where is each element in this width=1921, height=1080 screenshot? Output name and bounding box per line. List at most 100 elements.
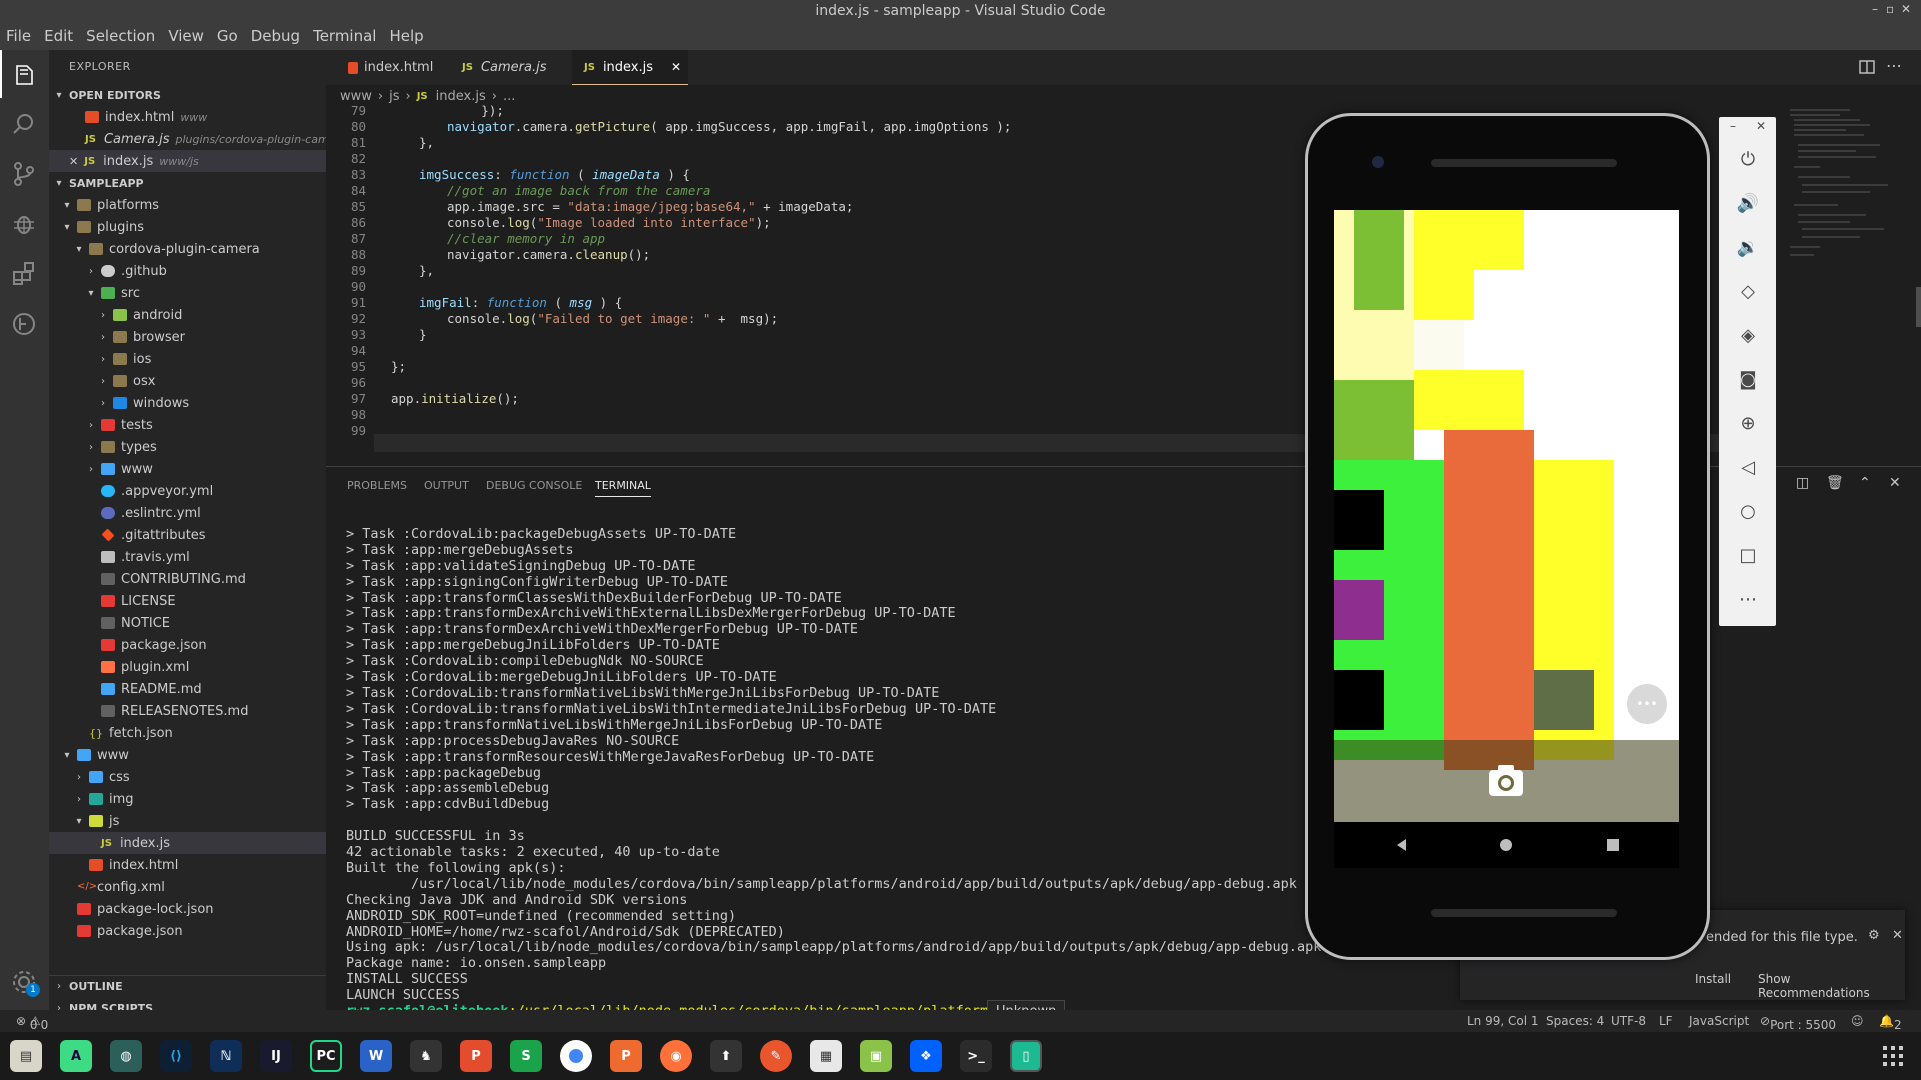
notification-close-icon[interactable]: ✕ <box>1892 928 1903 943</box>
menu-terminal[interactable]: Terminal <box>313 27 376 45</box>
tree-item-selected[interactable]: JS index.js <box>49 832 326 854</box>
volume-up-icon[interactable]: 🔊 <box>1733 189 1763 219</box>
android-studio-icon[interactable]: A <box>60 1040 92 1072</box>
app-icon[interactable]: ⬆ <box>710 1040 742 1072</box>
tree-item[interactable]: › windows <box>49 392 326 414</box>
tree-item[interactable]: {} fetch.json <box>49 722 326 744</box>
network-icon[interactable]: ◍ <box>110 1040 142 1072</box>
chrome-icon[interactable] <box>560 1040 592 1072</box>
menu-debug[interactable]: Debug <box>251 27 300 45</box>
nav-home-icon[interactable] <box>1500 839 1512 851</box>
tab-index-js[interactable]: JS index.js ✕ <box>572 50 688 85</box>
camera-preview[interactable]: ••• <box>1334 210 1679 822</box>
slides-icon[interactable]: P <box>610 1040 642 1072</box>
maximize-panel-icon[interactable]: ⌃ <box>1859 475 1871 491</box>
tree-item[interactable]: </> config.xml <box>49 876 326 898</box>
more-actions-icon[interactable]: ⋯ <box>1886 56 1902 75</box>
power-icon[interactable]: ⏻ <box>1733 145 1763 175</box>
tab-terminal[interactable]: TERMINAL <box>595 479 651 497</box>
tree-item[interactable]: ▾ www <box>49 744 326 766</box>
emulator-taskbar-icon[interactable]: ▯ <box>1010 1040 1042 1072</box>
explorer-icon[interactable] <box>10 62 38 90</box>
minimap[interactable] <box>1780 107 1921 407</box>
show-applications-icon[interactable] <box>1883 1046 1903 1066</box>
cube-app-icon[interactable]: ▣ <box>860 1040 892 1072</box>
open-editor-index-html[interactable]: index.html www <box>49 106 326 128</box>
extensions-icon[interactable] <box>10 260 38 288</box>
pycharm-icon[interactable]: PC <box>310 1040 342 1072</box>
debug-icon[interactable] <box>10 210 38 238</box>
encoding[interactable]: UTF-8 <box>1611 1014 1646 1028</box>
word-icon[interactable]: W <box>360 1040 392 1072</box>
tree-item[interactable]: › img <box>49 788 326 810</box>
end-of-line[interactable]: LF <box>1659 1014 1673 1028</box>
app-icon[interactable]: ♞ <box>410 1040 442 1072</box>
menu-go[interactable]: Go <box>217 27 238 45</box>
terminal-output[interactable]: > Task :CordovaLib:packageDebugAssets UP… <box>346 511 1321 1020</box>
files-app-icon[interactable]: ▤ <box>10 1040 42 1072</box>
tree-item[interactable]: ▾ src <box>49 282 326 304</box>
tree-item[interactable]: .travis.yml <box>49 546 326 568</box>
tree-item[interactable]: LICENSE <box>49 590 326 612</box>
presentation-icon[interactable]: P <box>460 1040 492 1072</box>
tree-item[interactable]: RELEASENOTES.md <box>49 700 326 722</box>
nav-back-icon[interactable] <box>1397 839 1406 851</box>
open-editor-camera-js[interactable]: JS Camera.js plugins/cordova-plugin-cam... <box>49 128 339 150</box>
tree-item[interactable]: › www <box>49 458 326 480</box>
feedback-icon[interactable]: ☺ <box>1851 1014 1864 1028</box>
tree-item[interactable]: ▾ cordova-plugin-camera <box>49 238 326 260</box>
tree-item[interactable]: ▾ plugins <box>49 216 326 238</box>
install-button[interactable]: Install <box>1695 972 1731 986</box>
tree-item[interactable]: README.md <box>49 678 326 700</box>
breadcrumb-more[interactable]: ... <box>503 89 515 104</box>
tab-debug-console[interactable]: DEBUG CONSOLE <box>486 479 582 492</box>
more-options-icon[interactable]: ⋯ <box>1733 585 1763 615</box>
tree-item[interactable]: .gitattributes <box>49 524 326 546</box>
breadcrumb-js[interactable]: js <box>389 89 399 104</box>
mysql-workbench-icon[interactable]: ℕ <box>210 1040 242 1072</box>
tree-item[interactable]: package.json <box>49 920 326 942</box>
zoom-icon[interactable]: ⊕ <box>1733 409 1763 439</box>
rotate-right-icon[interactable]: ◈ <box>1733 321 1763 351</box>
menu-selection[interactable]: Selection <box>86 27 155 45</box>
tab-output[interactable]: OUTPUT <box>424 479 469 492</box>
tree-item[interactable]: plugin.xml <box>49 656 326 678</box>
close-tab-icon[interactable]: ✕ <box>671 60 681 74</box>
close-panel-icon[interactable]: ✕ <box>1889 475 1901 491</box>
tree-item[interactable]: › css <box>49 766 326 788</box>
home-icon[interactable]: ○ <box>1733 497 1763 527</box>
nav-recents-icon[interactable] <box>1607 839 1619 851</box>
tree-item[interactable]: › android <box>49 304 326 326</box>
notifications-bell[interactable]: 🔔 2 <box>1879 1014 1902 1032</box>
cursor-position[interactable]: Ln 99, Col 1 <box>1467 1014 1539 1028</box>
tree-item[interactable]: .eslintrc.yml <box>49 502 326 524</box>
problems-indicator[interactable]: ⊗ 0 ⚠ 0 <box>16 1014 48 1032</box>
tab-index-html[interactable]: index.html <box>336 50 446 85</box>
firefox-icon[interactable]: ◉ <box>660 1040 692 1072</box>
breadcrumb-index-js[interactable]: index.js <box>436 89 486 104</box>
tab-camera-js[interactable]: JS Camera.js <box>450 50 560 85</box>
tree-item[interactable]: ▾ platforms <box>49 194 326 216</box>
menu-help[interactable]: Help <box>389 27 423 45</box>
open-editors-section[interactable]: ▾ OPEN EDITORS <box>49 84 326 106</box>
tree-item[interactable]: package.json <box>49 634 326 656</box>
outline-section[interactable]: › OUTLINE <box>49 975 326 997</box>
indentation[interactable]: Spaces: 4 <box>1546 1014 1604 1028</box>
postman-icon[interactable]: ✎ <box>760 1040 792 1072</box>
tree-item[interactable]: CONTRIBUTING.md <box>49 568 326 590</box>
emulator-close-icon[interactable]: ✕ <box>1756 119 1766 133</box>
notification-gear-icon[interactable]: ⚙ <box>1868 928 1880 943</box>
project-section[interactable]: ▾ SAMPLEAPP <box>49 172 326 194</box>
tree-item[interactable]: › osx <box>49 370 326 392</box>
rotate-left-icon[interactable]: ◇ <box>1733 277 1763 307</box>
back-icon[interactable]: ◁ <box>1733 453 1763 483</box>
tree-item[interactable]: package-lock.json <box>49 898 326 920</box>
search-icon[interactable] <box>10 110 38 138</box>
tree-item[interactable]: NOTICE <box>49 612 326 634</box>
vscode-taskbar-icon[interactable]: ⟨⟩ <box>160 1040 192 1072</box>
minimize-button[interactable]: – <box>1872 2 1878 16</box>
tab-problems[interactable]: PROBLEMS <box>347 479 407 492</box>
tree-item[interactable]: index.html <box>49 854 326 876</box>
open-editor-index-js[interactable]: ✕ JS index.js www/js <box>49 150 326 172</box>
tree-item[interactable]: ▾ js <box>49 810 326 832</box>
